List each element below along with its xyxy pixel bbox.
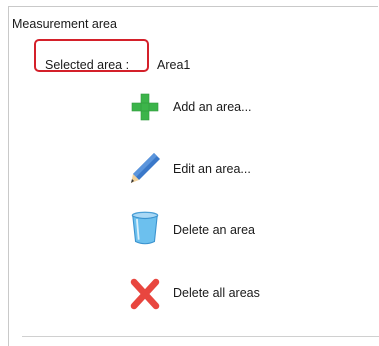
panel-divider [22,336,379,337]
edit-area-button[interactable]: Edit an area... [127,150,327,190]
selected-area-value: Area1 [157,58,191,72]
close-x-icon [127,276,163,312]
group-title: Measurement area [12,17,117,31]
delete-all-areas-label: Delete all areas [173,286,260,300]
delete-area-label: Delete an area [173,223,256,237]
pencil-icon [127,150,163,186]
trash-icon [127,210,163,246]
delete-all-areas-button[interactable]: Delete all areas [127,276,327,316]
plus-icon [127,89,163,125]
edit-area-label: Edit an area... [173,162,251,176]
add-area-button[interactable]: Add an area... [127,89,327,129]
selected-area-label: Selected area : [45,58,130,72]
delete-area-button[interactable]: Delete an area [127,210,327,250]
add-area-label: Add an area... [173,100,252,114]
